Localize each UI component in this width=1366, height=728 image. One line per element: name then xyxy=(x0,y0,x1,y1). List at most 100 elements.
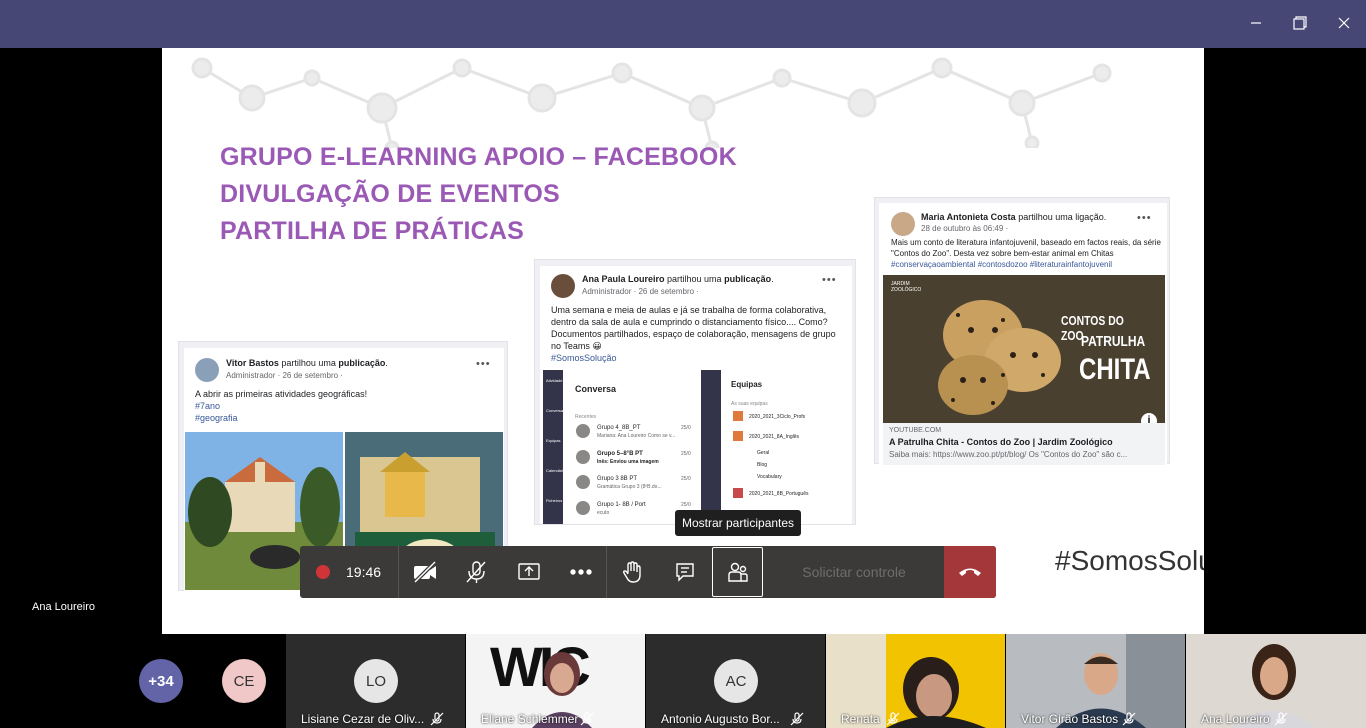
participant-name: Vitor Girão Bastos xyxy=(1021,712,1119,726)
participant-tile[interactable]: Vitor Girão Bastos xyxy=(1006,634,1185,728)
raise-hand-button[interactable] xyxy=(607,546,658,598)
post-object: publicação xyxy=(338,358,386,368)
slide-title-line-2: DIVULGAÇÃO DE EVENTOS xyxy=(220,180,560,208)
participant-tile[interactable]: AC Antonio Augusto Bor... xyxy=(646,634,825,728)
image-caption-2: PATRULHA xyxy=(1081,333,1146,350)
participants-strip: +34 CE LO Lisiane Cezar de Oliv... WIC E… xyxy=(0,634,1366,728)
chat-item-preview: Mariana: Ana Loureiro Como se v... xyxy=(597,433,676,439)
participant-tile[interactable]: Renata xyxy=(826,634,1005,728)
maximize-icon[interactable] xyxy=(1285,8,1315,38)
info-icon: i xyxy=(1141,413,1157,423)
slide-title-line-3: PARTILHA DE PRÁTICAS xyxy=(220,217,524,245)
chat-item-date: 25/0 xyxy=(681,451,691,457)
share-screen-button[interactable] xyxy=(503,546,554,598)
rail-label: Equipas xyxy=(546,438,561,443)
participant-name: Eliane Schlemmer xyxy=(481,712,579,726)
post-action: partilhou uma ligação. xyxy=(1015,212,1107,222)
mute-button[interactable] xyxy=(450,546,501,598)
meeting-timer: 19:46 xyxy=(346,564,382,580)
more-options-icon: ••• xyxy=(476,358,491,370)
participant-tile[interactable]: Ana Loureiro xyxy=(1186,634,1366,728)
tooltip: Mostrar participantes xyxy=(675,510,802,536)
presenter-name: Ana Loureiro xyxy=(32,601,95,613)
post-header: Vitor Bastos partilhou uma publicação. xyxy=(226,358,388,368)
chat-button[interactable] xyxy=(659,546,710,598)
chat-icon xyxy=(675,563,694,582)
molecule-background-graphic xyxy=(191,57,1112,148)
meeting-controls: 19:46 Solicitar controle xyxy=(300,546,996,598)
participant-name: Renata xyxy=(841,712,880,726)
channel-item: Vocabulary xyxy=(757,474,782,480)
facebook-post-ana-paula: Ana Paula Loureiro partilhou uma publica… xyxy=(534,259,856,525)
avatar: AC xyxy=(714,659,758,703)
avatar: LO xyxy=(354,659,398,703)
mic-off-icon xyxy=(580,712,594,726)
participant-name: Ana Loureiro xyxy=(1201,712,1270,726)
chat-item-name: Grupo 3 8B PT xyxy=(597,476,638,482)
post-meta: Administrador · 26 de setembro · xyxy=(582,287,699,296)
more-actions-button[interactable] xyxy=(555,546,606,598)
avatar xyxy=(551,274,575,298)
participant-avatar-ce[interactable]: CE xyxy=(222,659,266,703)
mic-off-icon xyxy=(1274,712,1288,726)
image-caption-3: CHITA xyxy=(1079,353,1151,386)
more-icon xyxy=(569,569,592,575)
avatar xyxy=(195,358,219,382)
chat-item-date: 25/0 xyxy=(681,425,691,431)
hashtags: #conservaçaoambiental #contosdozoo #lite… xyxy=(891,260,1113,269)
more-options-icon: ••• xyxy=(1137,212,1152,224)
show-participants-button[interactable] xyxy=(712,547,763,597)
rail-label: Ficheiros xyxy=(546,498,563,503)
hang-up-icon xyxy=(959,568,981,576)
close-icon[interactable] xyxy=(1329,8,1359,38)
request-control-button[interactable]: Solicitar controle xyxy=(770,546,938,598)
minimize-icon[interactable] xyxy=(1241,8,1271,38)
link-description: Saiba mais: https://www.zoo.pt/pt/blog/ … xyxy=(889,450,1128,459)
overflow-participants-button[interactable]: +34 xyxy=(139,659,183,703)
title-bar xyxy=(0,0,1366,48)
teams-label: As suas equipas xyxy=(731,401,768,407)
chat-item-name: Grupo 4_8B_PT xyxy=(597,425,641,431)
post-header: Maria Antonieta Costa partilhou uma liga… xyxy=(921,212,1106,222)
link-domain: YOUTUBE.COM xyxy=(889,427,942,434)
chat-item-preview: Inês: Enviou uma imagem xyxy=(597,459,659,465)
link-preview-footer: YOUTUBE.COM A Patrulha Chita - Contos do… xyxy=(883,423,1165,465)
post-text: A abrir as primeiras atividades geográfi… xyxy=(195,389,368,399)
mic-off-icon xyxy=(886,712,900,726)
avatar xyxy=(891,212,915,236)
participant-name: Lisiane Cezar de Oliv... xyxy=(301,712,425,726)
teams-panel: Equipas As suas equipas 2020_2021_3Ciclo… xyxy=(723,378,849,524)
post-author: Maria Antonieta Costa xyxy=(921,212,1016,222)
team-item: 2020_2021_8B_Português xyxy=(749,491,809,497)
more-options-icon: ••• xyxy=(822,274,837,286)
slide-title-line-1: GRUPO E-LEARNING APOIO – FACEBOOK xyxy=(220,143,737,171)
mic-off-icon xyxy=(430,712,444,726)
hang-up-button[interactable] xyxy=(944,546,996,598)
post-author: Ana Paula Loureiro xyxy=(582,274,665,284)
channel-item: Blog xyxy=(757,462,768,468)
chat-item-preview: Gramática Grupo 3 (8ºB.do... xyxy=(597,484,662,490)
rail-label: Calendário xyxy=(546,468,566,473)
mic-off-icon xyxy=(465,561,486,583)
participant-tile[interactable]: WIC Eliane Schlemmer xyxy=(466,634,645,728)
post-action: partilhou uma xyxy=(278,358,339,368)
post-action: partilhou uma xyxy=(664,274,725,284)
rail-label: Conversa xyxy=(546,408,564,413)
post-object: publicação xyxy=(724,274,772,284)
chat-item-date: 25/0 xyxy=(681,476,691,482)
teams-rail: Atividade Conversa Equipas Calendário Fi… xyxy=(543,370,566,524)
camera-off-button[interactable] xyxy=(399,546,450,598)
hashtag-banner: #SomosSolução xyxy=(1055,545,1204,576)
post-text: Uma semana e meia de aulas e já se traba… xyxy=(551,305,836,351)
post-meta: 28 de outubro às 06:49 · xyxy=(921,224,1009,233)
participant-name: Antonio Augusto Bor... xyxy=(661,712,780,726)
participants-icon xyxy=(727,562,748,582)
post-text: Mais um conto de literatura infantojuven… xyxy=(891,238,1161,258)
participant-tile[interactable]: LO Lisiane Cezar de Oliv... xyxy=(286,634,465,728)
hashtag: #7ano xyxy=(195,401,221,411)
recent-label: Recentes xyxy=(575,414,597,420)
chat-item-name: Grupo 5–8°B PT xyxy=(597,451,643,457)
teams-panel-title: Equipas xyxy=(731,380,763,389)
team-icons xyxy=(733,411,743,498)
raise-hand-icon xyxy=(622,561,641,583)
